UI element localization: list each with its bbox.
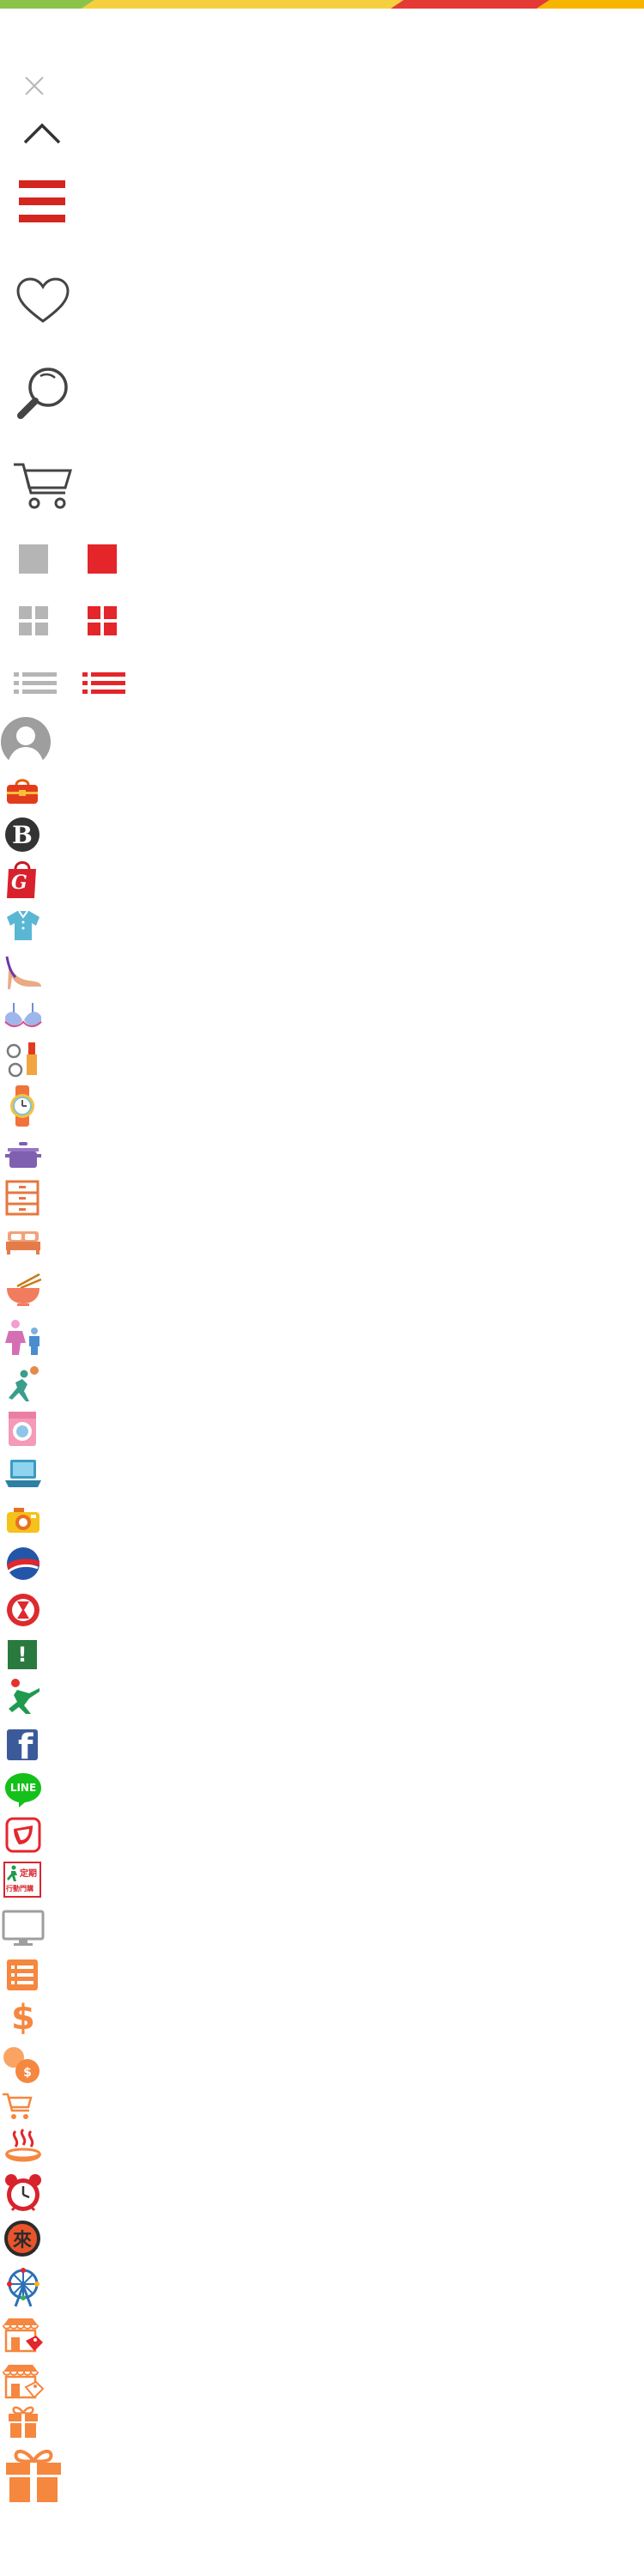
line-label: LINE [9, 1782, 37, 1794]
sports-icon[interactable] [5, 1365, 41, 1403]
g-bag-letter: G [11, 872, 27, 894]
hot-spring-icon[interactable] [3, 2128, 43, 2167]
laptop-icon[interactable] [3, 1458, 43, 1489]
regular-shopping-line2: 行動門購 [6, 1885, 33, 1893]
store-tag-alt-icon[interactable] [2, 2363, 45, 2399]
b-badge-icon[interactable]: B [5, 817, 39, 852]
bra-icon[interactable] [3, 1001, 43, 1032]
red-square-icon[interactable] [88, 544, 117, 574]
large-gift-icon[interactable] [3, 2447, 64, 2504]
washing-machine-icon[interactable] [7, 1410, 38, 1448]
ferris-wheel-icon[interactable] [3, 2267, 43, 2308]
coins-icon[interactable]: $ [2, 2045, 41, 2085]
hamburger-menu-icon[interactable] [19, 179, 65, 225]
gray-list-icon[interactable] [14, 671, 57, 696]
monitor-icon[interactable] [2, 1910, 45, 1947]
small-gift-icon[interactable] [7, 2404, 39, 2439]
red-grid-icon[interactable] [88, 606, 117, 635]
kids-icon[interactable] [3, 1317, 43, 1357]
orange-list-icon[interactable] [7, 1959, 38, 1990]
lai-character: 來 [12, 2230, 32, 2251]
exclamation-icon[interactable]: ! [8, 1640, 37, 1669]
facebook-icon[interactable]: f [7, 1729, 38, 1760]
shopping-cart-icon[interactable] [12, 460, 74, 512]
heart-icon[interactable] [15, 276, 70, 325]
cosmetics-icon[interactable] [5, 1039, 41, 1078]
camera-icon[interactable] [5, 1506, 41, 1535]
runner-icon[interactable] [5, 1678, 41, 1716]
alarm-clock-icon[interactable] [3, 2172, 43, 2214]
top-color-bar [0, 0, 644, 9]
avatar-icon[interactable] [0, 716, 52, 768]
app-badge-icon[interactable] [5, 1817, 41, 1853]
top-bar-green [0, 0, 94, 9]
dollar-icon[interactable]: $ [11, 1999, 35, 2037]
hourglass-badge-icon[interactable] [5, 1592, 41, 1628]
gray-square-icon[interactable] [19, 544, 48, 574]
noodle-bowl-icon[interactable] [5, 1273, 41, 1307]
handbag-icon[interactable] [5, 776, 39, 805]
chevron-up-icon[interactable] [22, 120, 62, 146]
facebook-letter: f [18, 1729, 33, 1760]
travel-globe-icon[interactable] [5, 1546, 41, 1582]
high-heel-icon[interactable] [3, 953, 43, 991]
red-list-icon[interactable] [82, 671, 125, 696]
shirt-icon[interactable] [5, 908, 41, 943]
regular-shopping-line1: 定期 [20, 1869, 37, 1879]
lai-badge-icon[interactable]: 來 [4, 2221, 40, 2257]
search-icon[interactable] [15, 364, 72, 421]
close-icon[interactable] [22, 74, 46, 98]
coin-dollar-glyph: $ [23, 2066, 32, 2080]
top-bar-yellow [82, 0, 404, 9]
exclamation-mark: ! [17, 1643, 27, 1667]
top-bar-red [391, 0, 550, 9]
top-bar-amber [537, 0, 644, 9]
drawer-cabinet-icon[interactable] [5, 1180, 39, 1218]
store-tag-icon[interactable] [2, 2317, 45, 2353]
orange-cart-icon[interactable] [2, 2092, 33, 2121]
regular-shopping-icon[interactable]: 定期 行動門購 [3, 1862, 41, 1898]
b-badge-letter: B [12, 820, 33, 849]
cooking-pot-icon[interactable] [5, 1142, 41, 1170]
regular-shopping-runner [7, 1865, 17, 1881]
bed-icon[interactable] [5, 1230, 41, 1255]
gray-grid-icon[interactable] [19, 606, 48, 635]
watch-icon[interactable] [7, 1085, 38, 1127]
